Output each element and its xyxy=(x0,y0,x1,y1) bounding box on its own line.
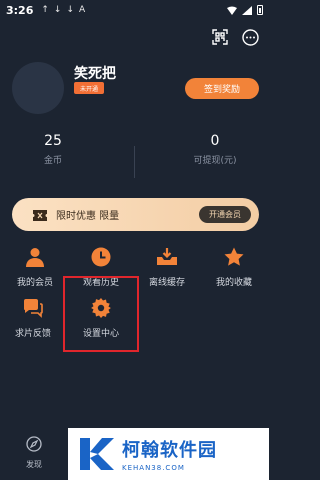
watermark-url: KEHAN38.COM xyxy=(122,464,185,472)
star-icon xyxy=(223,246,245,268)
upload-notification-icon: ↑ xyxy=(41,5,49,15)
download-notification-icon: ↓ xyxy=(53,5,62,15)
nav-discover-label: 发现 xyxy=(26,460,42,469)
user-icon xyxy=(24,246,46,268)
download-notification-icon-2: ↓ xyxy=(66,5,75,15)
coins-stat[interactable]: 25 金币 xyxy=(3,133,103,166)
withdrawable-stat[interactable]: 0 可提现(元) xyxy=(165,133,265,166)
signal-icon xyxy=(242,5,252,15)
clock-icon xyxy=(90,246,112,268)
menu-my-membership[interactable]: 我的会员 xyxy=(2,246,68,288)
watermark-text: 柯翰软件园 xyxy=(122,440,217,461)
chat-icon xyxy=(22,297,44,319)
withdrawable-label: 可提现(元) xyxy=(193,156,237,166)
coins-label: 金币 xyxy=(43,156,62,166)
more-icon[interactable] xyxy=(241,28,259,46)
download-icon xyxy=(156,246,178,268)
watermark: 柯翰软件园 KEHAN38.COM xyxy=(68,428,269,480)
menu-label: 我的会员 xyxy=(16,278,53,288)
status-time: 3:26 xyxy=(6,3,34,17)
username: 笑死把 xyxy=(74,66,116,82)
vip-status-badge: 未开通 xyxy=(74,82,105,94)
stats-divider xyxy=(134,146,135,178)
menu-my-favorites[interactable]: 我的收藏 xyxy=(201,246,267,288)
menu-request-feedback[interactable]: 求片反馈 xyxy=(0,297,66,339)
battery-icon xyxy=(257,5,263,15)
vip-promo-banner[interactable]: 限时优惠 限量 开通会员 xyxy=(12,198,259,231)
qr-scan-icon[interactable] xyxy=(211,28,229,46)
menu-label: 我的收藏 xyxy=(215,278,252,288)
status-bar: 3:26 ↑ ↓ ↓ A xyxy=(0,0,269,20)
menu-offline-cache[interactable]: 离线缓存 xyxy=(134,246,200,288)
compass-icon xyxy=(26,436,42,452)
avatar[interactable] xyxy=(12,62,64,114)
open-vip-button[interactable]: 开通会员 xyxy=(199,206,251,223)
ticket-icon xyxy=(32,207,48,226)
settings-highlight-box xyxy=(63,276,139,352)
coins-value: 25 xyxy=(44,133,62,149)
withdrawable-value: 0 xyxy=(210,133,220,149)
menu-label: 离线缓存 xyxy=(148,278,185,288)
nav-discover[interactable]: 发现 xyxy=(12,436,56,470)
app-notification-icon: A xyxy=(79,5,86,15)
wifi-icon xyxy=(227,6,237,15)
promo-text: 限时优惠 限量 xyxy=(56,211,120,222)
kehan-logo-icon xyxy=(80,438,114,470)
checkin-reward-button[interactable]: 签到奖励 xyxy=(185,78,259,99)
header-actions xyxy=(211,28,259,46)
menu-label: 求片反馈 xyxy=(14,329,51,339)
